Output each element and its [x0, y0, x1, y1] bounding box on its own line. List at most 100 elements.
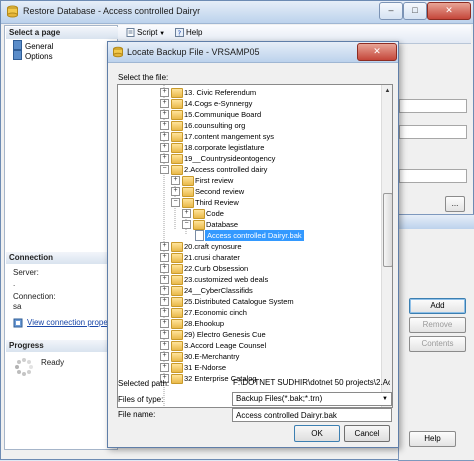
tree-item[interactable]: +24__CyberClassifids [118, 285, 380, 296]
ok-button[interactable]: OK [294, 425, 340, 442]
maximize-button[interactable]: □ [403, 2, 427, 20]
tree-item[interactable]: + First review [118, 175, 380, 186]
server-label: Server: [13, 268, 39, 277]
expand-icon[interactable]: + [171, 187, 180, 196]
expand-icon[interactable]: + [160, 132, 169, 141]
cancel-button[interactable]: Cancel [344, 425, 390, 442]
tree-item[interactable]: +27.Economic cinch [118, 307, 380, 318]
chevron-down-icon[interactable]: ▼ [380, 394, 390, 404]
script-label: Script [137, 28, 158, 37]
expand-icon[interactable]: + [160, 99, 169, 108]
expand-icon[interactable]: + [160, 286, 169, 295]
expand-icon[interactable]: + [160, 275, 169, 284]
expand-icon[interactable]: + [160, 264, 169, 273]
tree-item-selected[interactable]: Access controlled Dairyr.bak [118, 230, 380, 241]
dialog-title-bar[interactable]: Locate Backup File - VRSAMP05 ✕ [108, 42, 398, 63]
database-icon [113, 46, 123, 58]
expand-icon[interactable]: + [160, 297, 169, 306]
tree-item-label: 15.Communique Board [184, 110, 262, 119]
expand-icon[interactable]: + [160, 88, 169, 97]
tree-item[interactable]: +22.Curb Obsession [118, 263, 380, 274]
file-tree[interactable]: +13. Civic Referendum +14.Cogs e-Synnergy… [117, 84, 393, 408]
expand-icon[interactable]: + [160, 330, 169, 339]
tree-item[interactable]: +20.craft cynosure [118, 241, 380, 252]
minimize-button[interactable]: – [379, 2, 403, 20]
tree-item[interactable]: +21.crusi charater [118, 252, 380, 263]
expand-icon[interactable]: + [160, 352, 169, 361]
tree-item[interactable]: +29) Electro Genesis Cue [118, 329, 380, 340]
folder-icon [171, 110, 183, 120]
expand-icon[interactable]: + [182, 209, 191, 218]
file-name-input[interactable] [233, 409, 389, 421]
tree-item[interactable]: − Database [118, 219, 380, 230]
expand-icon[interactable]: + [171, 176, 180, 185]
collapse-icon[interactable]: − [160, 165, 169, 174]
tree-vertical-scrollbar[interactable]: ▲ ▼ [381, 85, 392, 407]
tree-item[interactable]: +17.content mangement sys [118, 131, 380, 142]
folder-icon [171, 143, 183, 153]
folder-icon [171, 341, 183, 351]
tree-item[interactable]: +30.E-Merchantry [118, 351, 380, 362]
tree-item[interactable]: +19__Countrysideontogency [118, 153, 380, 164]
tree-item[interactable]: +28.Ehookup [118, 318, 380, 329]
tree-item[interactable]: +23.customized web deals [118, 274, 380, 285]
tree-item[interactable]: +16.counsulting org [118, 120, 380, 131]
tree-item-label: 20.craft cynosure [184, 242, 242, 251]
help-button[interactable]: Help [409, 431, 456, 447]
expand-icon[interactable]: + [160, 363, 169, 372]
select-file-label: Select the file: [118, 73, 169, 82]
tree-item-label: 30.E-Merchantry [184, 352, 240, 361]
folder-icon [171, 99, 183, 109]
close-button[interactable]: ✕ [427, 2, 471, 20]
specify-backup-title-bar[interactable] [399, 215, 474, 229]
scroll-up-icon[interactable]: ▲ [383, 86, 392, 96]
folder-icon [171, 253, 183, 263]
expand-icon[interactable]: + [160, 110, 169, 119]
tree-item-label: 13. Civic Referendum [184, 88, 257, 97]
tree-item-label: 3.Accord Leage Counsel [184, 341, 267, 350]
tree-item[interactable]: +15.Communique Board [118, 109, 380, 120]
collapse-icon[interactable]: − [171, 198, 180, 207]
files-of-type-select[interactable]: Backup Files(*.bak;*.trn) ▼ [232, 392, 392, 406]
folder-icon [182, 176, 194, 186]
view-connection-properties-link[interactable]: View connection properties [27, 318, 117, 327]
expand-icon[interactable]: + [160, 242, 169, 251]
expand-icon[interactable]: + [160, 319, 169, 328]
files-of-type-label: Files of type: [118, 395, 164, 404]
point-in-time-field[interactable] [399, 125, 467, 139]
expand-icon[interactable]: + [160, 253, 169, 262]
tree-item[interactable]: + Second review [118, 186, 380, 197]
tree-item[interactable]: − 2.Access controlled dairy [118, 164, 380, 175]
files-of-type-value: Backup Files(*.bak;*.trn) [236, 394, 323, 403]
add-button[interactable]: Add [409, 298, 466, 314]
help-toolbar-button[interactable]: ? Help [175, 28, 202, 37]
browse-button[interactable]: ... [445, 196, 465, 212]
tree-item-label: First review [195, 176, 234, 185]
expand-icon[interactable]: + [160, 308, 169, 317]
tree-item[interactable]: +18.corporate legistlature [118, 142, 380, 153]
expand-icon[interactable]: + [160, 341, 169, 350]
contents-button[interactable]: Contents [409, 336, 466, 352]
folder-icon [171, 297, 183, 307]
nav-item-label: Options [25, 52, 53, 61]
tree-item[interactable]: +13. Civic Referendum [118, 87, 380, 98]
tree-item[interactable]: +25.Distributed Catalogue System [118, 296, 380, 307]
script-button[interactable]: Script ▼ [126, 28, 165, 37]
tree-item[interactable]: +14.Cogs e-Synnergy [118, 98, 380, 109]
expand-icon[interactable]: + [160, 154, 169, 163]
nav-item-options[interactable]: Options [13, 50, 53, 61]
from-database-field[interactable] [399, 169, 467, 183]
tree-item[interactable]: − Third Review [118, 197, 380, 208]
to-database-field[interactable] [399, 99, 467, 113]
tree-item[interactable]: + Code [118, 208, 380, 219]
tree-item[interactable]: +3.Accord Leage Counsel [118, 340, 380, 351]
tree-item[interactable]: +31 E-Ndorse [118, 362, 380, 373]
outer-title-bar[interactable]: Restore Database - Access controlled Dai… [1, 1, 473, 24]
expand-icon[interactable]: + [160, 121, 169, 130]
remove-button[interactable]: Remove [409, 317, 466, 333]
scroll-thumb[interactable] [383, 193, 392, 267]
connection-value: sa [13, 302, 22, 311]
expand-icon[interactable]: + [160, 143, 169, 152]
dialog-close-button[interactable]: ✕ [357, 43, 397, 61]
collapse-icon[interactable]: − [182, 220, 191, 229]
